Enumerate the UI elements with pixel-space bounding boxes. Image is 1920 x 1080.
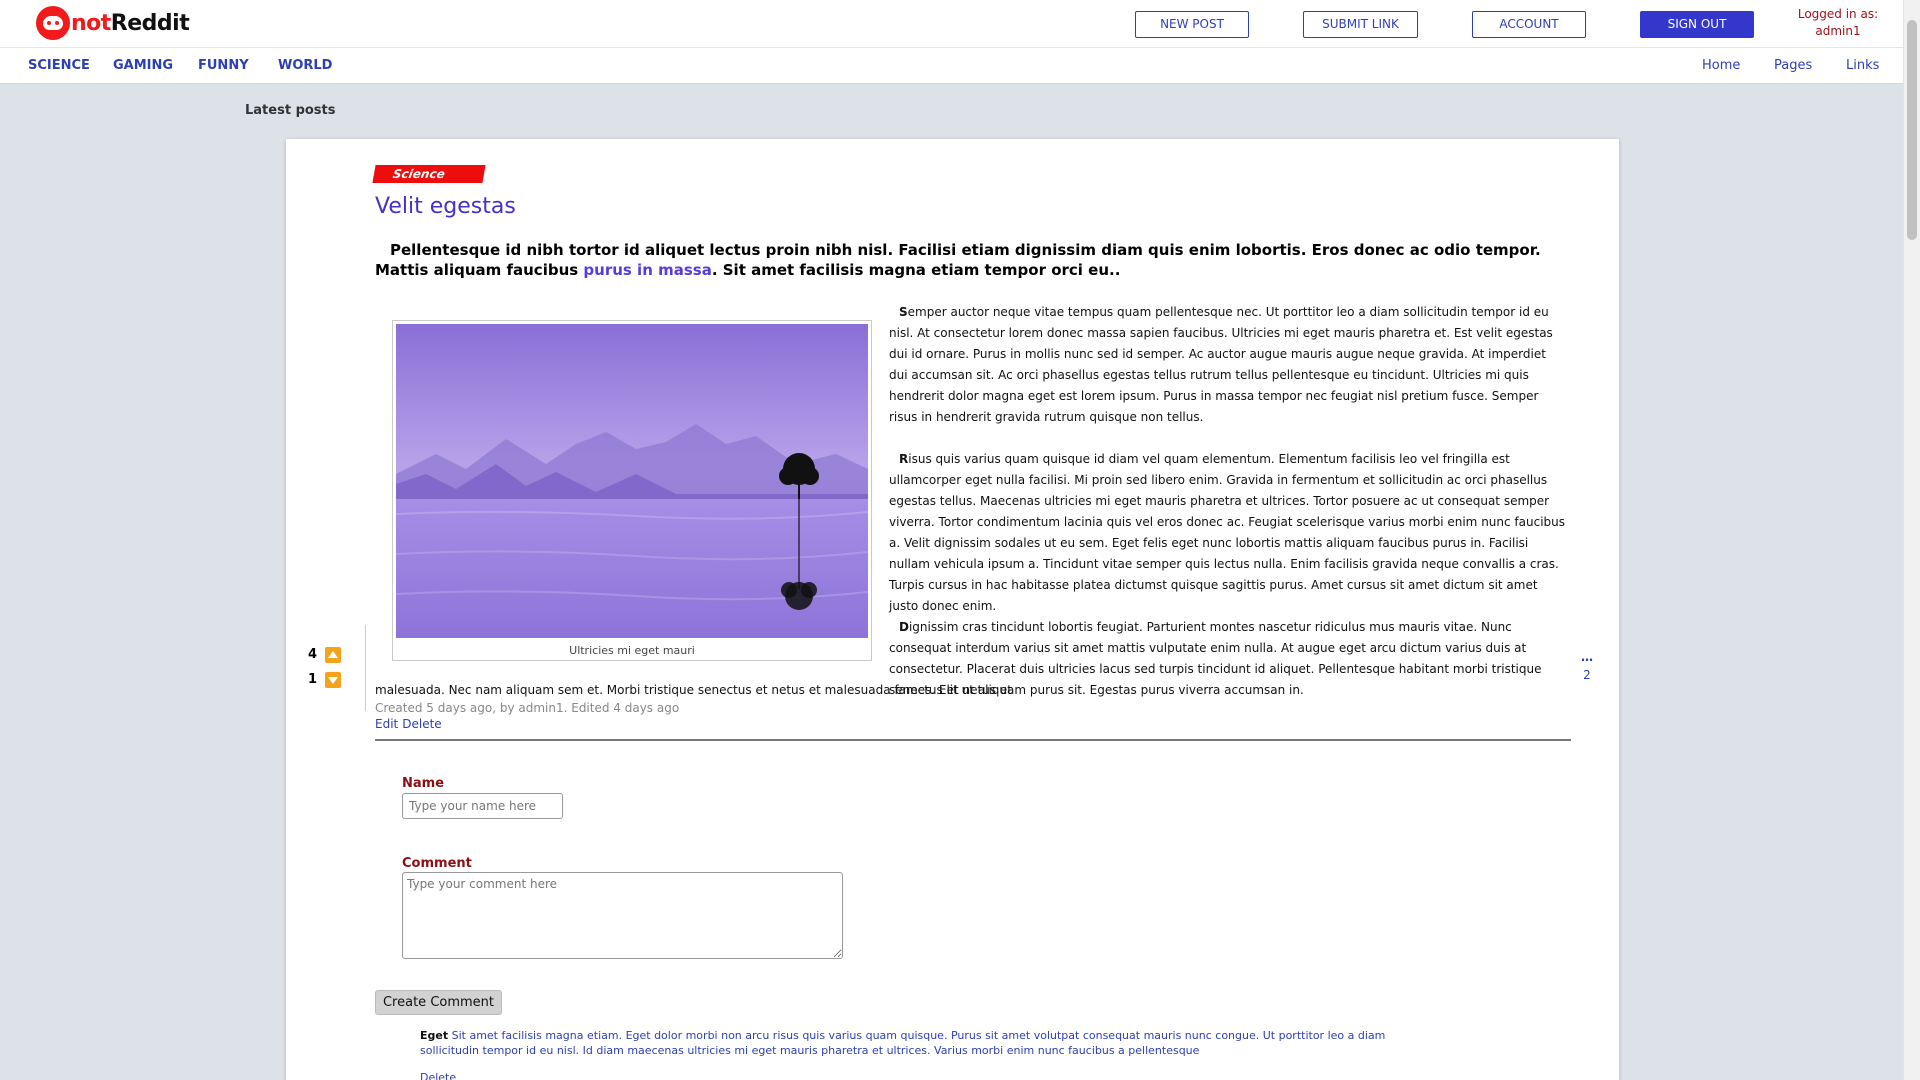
upvote-count: 4: [308, 647, 318, 662]
new-post-button[interactable]: NEW POST: [1135, 11, 1249, 38]
logged-in-username: admin1: [1815, 24, 1861, 38]
post-image[interactable]: [396, 324, 868, 638]
sign-out-button[interactable]: SIGN OUT: [1640, 11, 1754, 38]
nav-links[interactable]: Links: [1846, 58, 1879, 73]
nav-pages[interactable]: Pages: [1774, 58, 1812, 73]
name-label: Name: [402, 776, 445, 791]
image-caption: Ultricies mi eget mauri: [569, 644, 695, 657]
post-lead: Pellentesque id nibh tortor id aliquet l…: [375, 241, 1541, 279]
category-tag[interactable]: Science: [372, 165, 486, 183]
post-paragraph: Risus quis varius quam quisque id diam v…: [889, 452, 1566, 613]
arrow-down-icon[interactable]: [325, 672, 341, 688]
post-paragraph-tail: malesuada. Nec nam aliquam sem et. Morbi…: [375, 683, 1304, 697]
post-meta: Created 5 days ago, by admin1. Edited 4 …: [375, 701, 680, 715]
reddit-alien-icon: [36, 6, 70, 40]
post-actions: Edit Delete: [375, 717, 446, 731]
arrow-up-icon[interactable]: [325, 647, 341, 663]
post-divider: [375, 739, 1571, 741]
scrollbar-thumb[interactable]: [1907, 20, 1917, 240]
post-paragraph: Semper auctor neque vitae tempus quam pe…: [889, 305, 1553, 424]
logged-in-label: Logged in as:: [1797, 7, 1879, 21]
post-title[interactable]: Velit egestas: [375, 194, 516, 219]
comments-button[interactable]: … 2: [1581, 650, 1593, 682]
vote-divider: [365, 625, 366, 711]
comment-label: Comment: [402, 856, 472, 871]
delete-link[interactable]: Delete: [402, 717, 441, 731]
brand-name: Reddit: [110, 10, 190, 36]
edit-link[interactable]: Edit: [375, 717, 398, 731]
logged-in-status: Logged in as: admin1: [1792, 6, 1884, 40]
page-scrollbar[interactable]: [1903, 0, 1920, 1080]
comment-item: Eget Sit amet facilisis magna etiam. Ege…: [420, 1028, 1405, 1058]
top-header: notReddit NEW POST SUBMIT LINK ACCOUNT S…: [0, 0, 1903, 48]
comment-text: Sit amet facilisis magna etiam. Eget dol…: [420, 1029, 1386, 1057]
comment-textarea[interactable]: [402, 872, 843, 959]
category-navbar: SCIENCE GAMING FUNNY WORLD Home Pages Li…: [0, 48, 1903, 84]
site-logo[interactable]: notReddit: [36, 6, 190, 40]
comment-delete-link[interactable]: Delete: [420, 1071, 456, 1080]
nav-science[interactable]: SCIENCE: [28, 58, 90, 73]
nav-gaming[interactable]: GAMING: [113, 58, 173, 73]
submit-link-button[interactable]: SUBMIT LINK: [1303, 11, 1418, 38]
comment-author: Eget: [420, 1029, 449, 1042]
post-image-figure: Ultricies mi eget mauri: [392, 320, 872, 661]
comment-icon: …: [1581, 650, 1593, 664]
downvote-count: 1: [308, 672, 318, 687]
lead-link[interactable]: purus in massa: [583, 261, 711, 279]
nav-home[interactable]: Home: [1702, 58, 1740, 73]
nav-funny[interactable]: FUNNY: [198, 58, 249, 73]
name-input[interactable]: [402, 793, 563, 819]
nav-world[interactable]: WORLD: [278, 58, 332, 73]
comment-count: 2: [1583, 668, 1591, 682]
account-button[interactable]: ACCOUNT: [1472, 11, 1586, 38]
section-title: Latest posts: [245, 103, 336, 118]
create-comment-button[interactable]: Create Comment: [375, 990, 502, 1015]
brand-prefix: not: [71, 10, 111, 36]
